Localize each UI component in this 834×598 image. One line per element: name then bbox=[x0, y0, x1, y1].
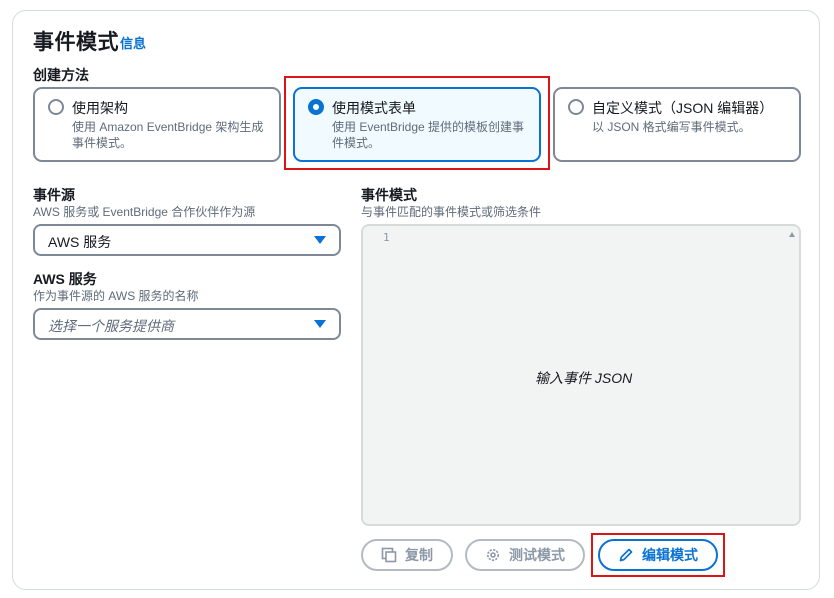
radio-custom-pattern[interactable] bbox=[568, 99, 584, 115]
option-label: 使用架构 bbox=[72, 100, 128, 116]
aws-service-select[interactable]: 选择一个服务提供商 bbox=[33, 308, 341, 340]
event-source-description: AWS 服务或 EventBridge 合作伙伴作为源 bbox=[33, 205, 256, 219]
option-description: 以 JSON 格式编写事件模式。 bbox=[592, 120, 751, 134]
option-description: 使用 Amazon EventBridge 架构生成 事件模式。 bbox=[72, 120, 264, 150]
editor-placeholder: 输入事件 JSON bbox=[535, 370, 633, 386]
aws-service-description: 作为事件源的 AWS 服务的名称 bbox=[33, 289, 199, 303]
page-title: 事件模式 bbox=[33, 31, 119, 54]
editor-gutter: 1 bbox=[363, 226, 391, 524]
gear-icon bbox=[485, 547, 501, 563]
test-pattern-button-label: 测试模式 bbox=[509, 547, 565, 563]
highlight-annotation bbox=[284, 76, 550, 170]
event-pattern-description: 与事件匹配的事件模式或筛选条件 bbox=[361, 205, 542, 219]
option-label: 自定义模式（JSON 编辑器） bbox=[592, 100, 774, 116]
creation-method-label: 创建方法 bbox=[33, 67, 89, 83]
aws-service-placeholder: 选择一个服务提供商 bbox=[48, 318, 174, 334]
line-number: 1 bbox=[383, 231, 390, 244]
copy-button[interactable]: 复制 bbox=[361, 539, 453, 571]
radio-use-schema[interactable] bbox=[48, 99, 64, 115]
event-source-label: 事件源 bbox=[33, 187, 75, 203]
aws-service-label: AWS 服务 bbox=[33, 271, 97, 287]
option-custom-pattern[interactable]: 自定义模式（JSON 编辑器） 以 JSON 格式编写事件模式。 bbox=[553, 87, 801, 162]
event-pattern-label: 事件模式 bbox=[361, 187, 417, 203]
copy-button-label: 复制 bbox=[405, 547, 433, 563]
event-source-select[interactable]: AWS 服务 bbox=[33, 224, 341, 256]
highlight-annotation bbox=[591, 533, 725, 577]
scroll-up-icon[interactable] bbox=[789, 232, 795, 237]
test-pattern-button[interactable]: 测试模式 bbox=[465, 539, 585, 571]
caret-down-icon bbox=[314, 320, 326, 328]
caret-down-icon bbox=[314, 236, 326, 244]
json-editor[interactable]: 1 输入事件 JSON bbox=[361, 224, 801, 526]
info-link[interactable]: 信息 bbox=[120, 33, 146, 52]
option-use-schema[interactable]: 使用架构 使用 Amazon EventBridge 架构生成 事件模式。 bbox=[33, 87, 281, 162]
event-source-value: AWS 服务 bbox=[48, 234, 112, 250]
copy-icon bbox=[381, 547, 397, 563]
